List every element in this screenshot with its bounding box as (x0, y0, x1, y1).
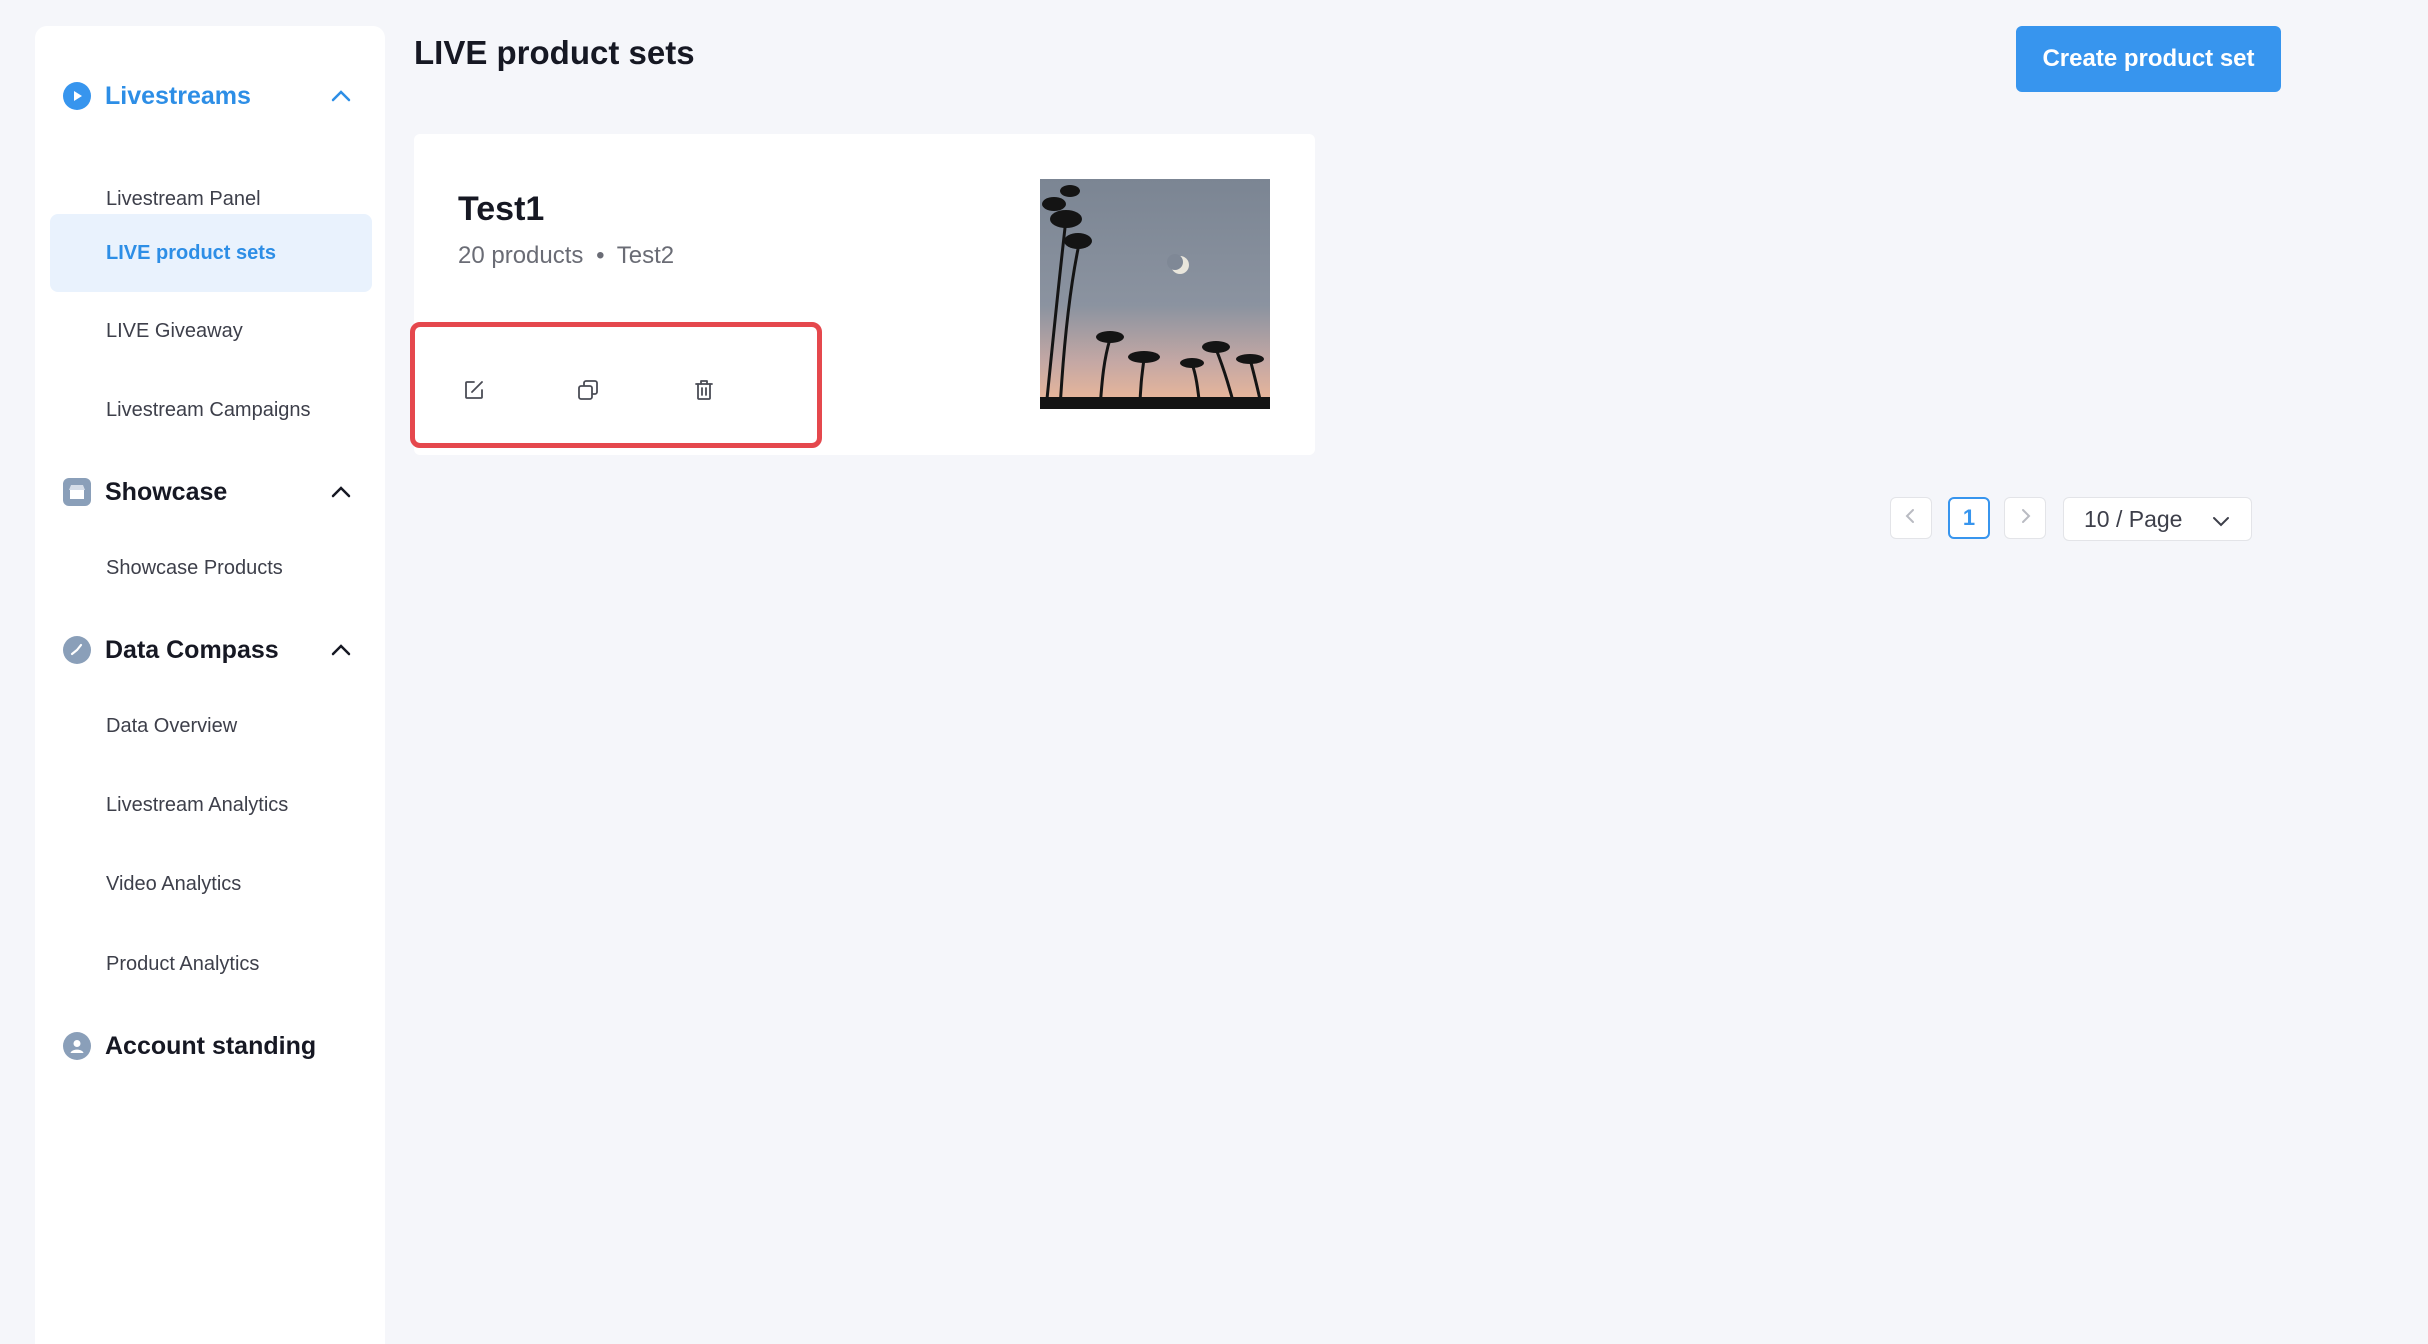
page-number-button[interactable]: 1 (1948, 497, 1990, 539)
chevron-up-icon (329, 638, 353, 667)
chevron-up-icon (329, 480, 353, 509)
product-set-creator: Test2 (616, 242, 675, 269)
page-size-value: 10 / Page (2084, 505, 2183, 532)
page-title: LIVE product sets (414, 34, 695, 71)
compass-icon (63, 636, 91, 664)
prev-page-button[interactable] (1890, 497, 1932, 539)
section-title: Account standing (105, 1031, 317, 1060)
action-buttons-highlight (410, 322, 822, 448)
page-size-select[interactable]: 10 / Page (2063, 497, 2252, 541)
sidebar-item-product-analytics[interactable]: Product Analytics (50, 925, 372, 1003)
sidebar-item-showcase-products[interactable]: Showcase Products (50, 529, 372, 607)
section-title: Showcase (105, 477, 228, 506)
next-page-button[interactable] (2004, 497, 2046, 539)
chevron-left-icon (1903, 508, 1919, 529)
chevron-up-icon (329, 84, 353, 113)
sidebar-item-data-overview[interactable]: Data Overview (50, 687, 372, 765)
create-product-set-button[interactable]: Create product set (2016, 26, 2281, 92)
product-set-name: Test1 (458, 190, 545, 228)
product-set-thumbnail (1040, 179, 1270, 409)
storefront-icon (63, 478, 91, 506)
sidebar-item-video-analytics[interactable]: Video Analytics (50, 845, 372, 923)
section-title: Livestreams (105, 81, 251, 110)
chevron-down-icon (2211, 510, 2231, 537)
sidebar-item-livestream-campaigns[interactable]: Livestream Campaigns (50, 371, 372, 449)
edit-icon[interactable] (459, 375, 489, 405)
section-header-showcase[interactable]: Showcase (63, 462, 363, 522)
section-header-livestreams[interactable]: Livestreams (63, 66, 363, 126)
meta-separator: • (596, 242, 605, 269)
delete-icon[interactable] (689, 375, 719, 405)
play-circle-icon (63, 82, 91, 110)
section-header-account-standing[interactable]: Account standing (63, 1016, 363, 1076)
account-icon (63, 1032, 91, 1060)
product-count: 20 products (458, 242, 584, 269)
product-set-meta: 20 products • Test2 (458, 242, 674, 270)
duplicate-icon[interactable] (573, 375, 603, 405)
section-header-data-compass[interactable]: Data Compass (63, 620, 363, 680)
sidebar-item-live-product-sets[interactable]: LIVE product sets (50, 214, 372, 292)
sidebar: Livestreams Livestream Panel LIVE produc… (35, 26, 385, 1344)
sidebar-item-live-giveaway[interactable]: LIVE Giveaway (50, 292, 372, 370)
section-title: Data Compass (105, 635, 279, 664)
product-set-card[interactable]: Test1 20 products • Test2 (410, 134, 1315, 455)
sidebar-item-livestream-analytics[interactable]: Livestream Analytics (50, 766, 372, 844)
chevron-right-icon (2017, 508, 2033, 529)
